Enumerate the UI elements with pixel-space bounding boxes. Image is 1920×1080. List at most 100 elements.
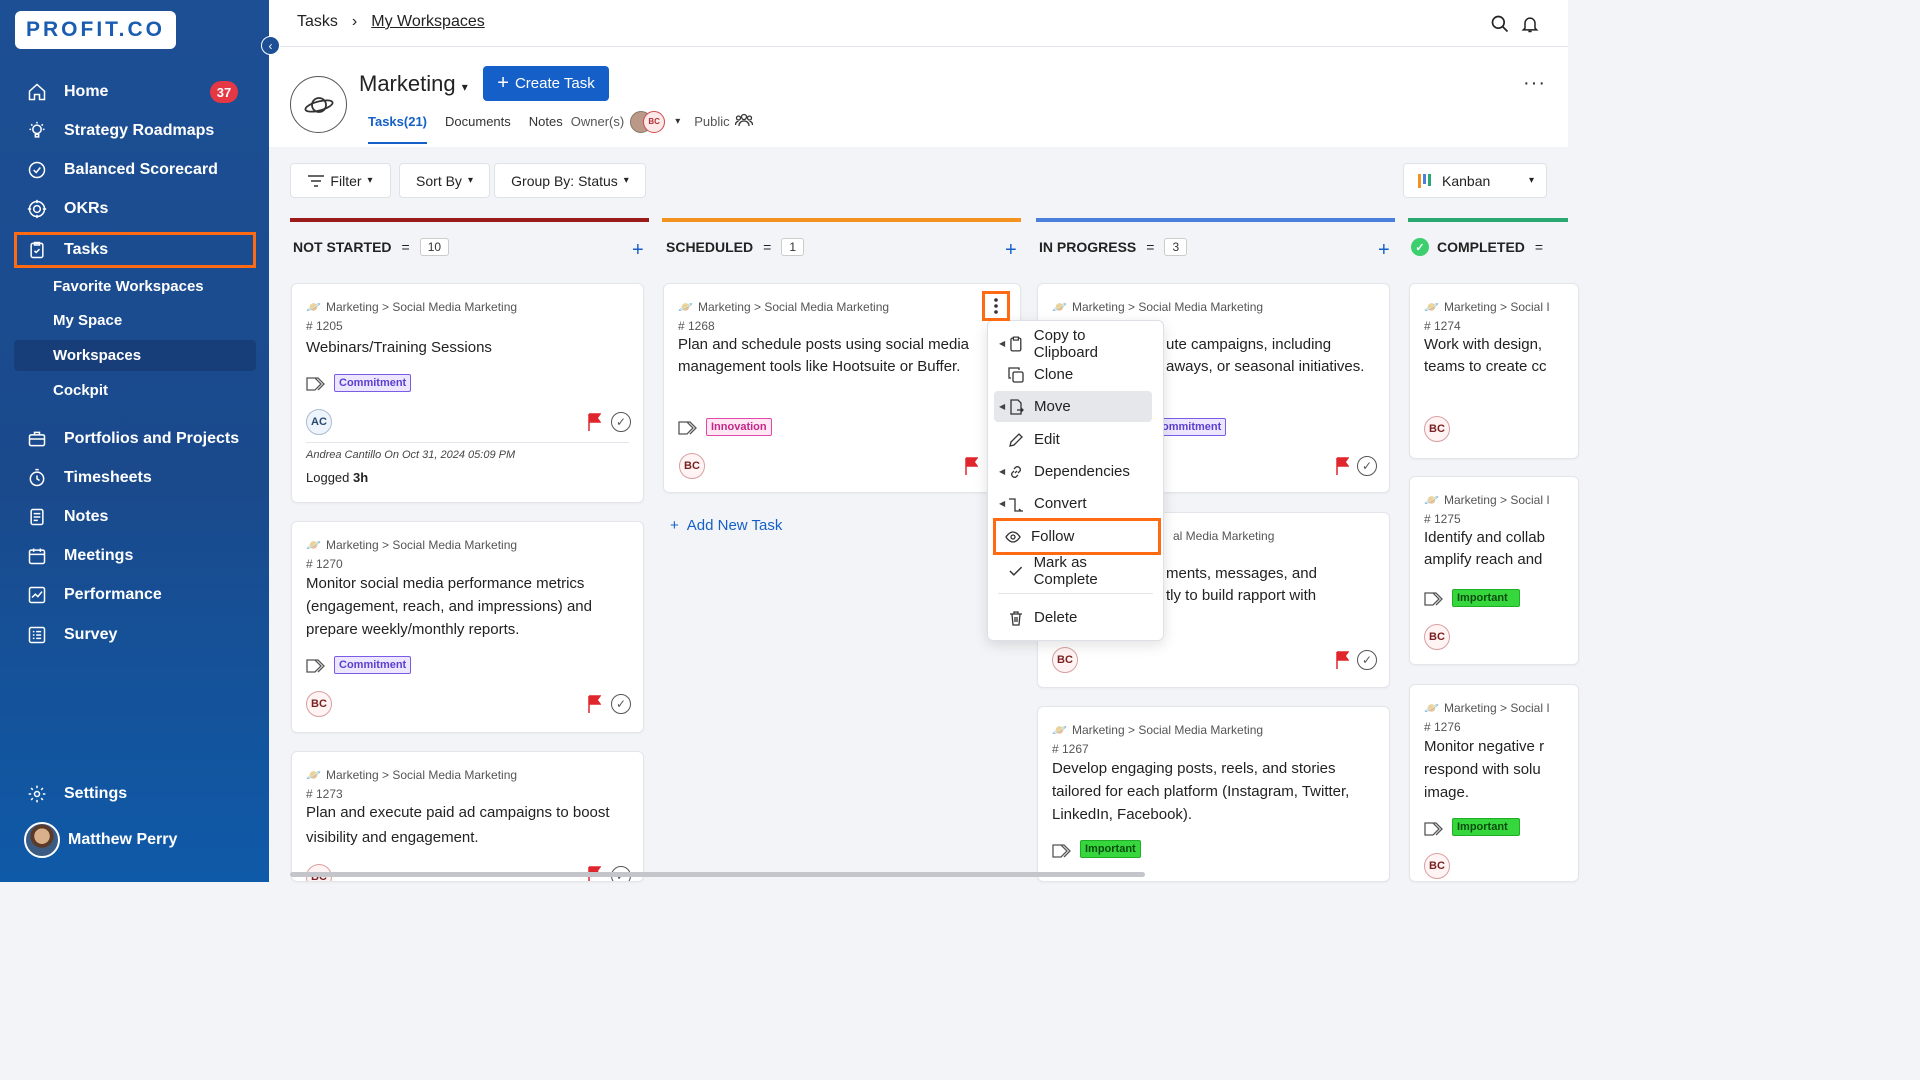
sidebar-item-label: Balanced Scorecard bbox=[64, 161, 218, 178]
planet-icon: 🪐 bbox=[306, 538, 321, 552]
bell-icon[interactable] bbox=[1520, 14, 1540, 34]
menu-item-delete[interactable]: Delete bbox=[994, 602, 1152, 633]
tag-icon bbox=[306, 659, 325, 673]
tab-documents[interactable]: Documents bbox=[445, 114, 511, 137]
menu-item-move[interactable]: ◀ Move bbox=[994, 391, 1152, 422]
menu-item-follow[interactable]: Follow bbox=[993, 518, 1161, 555]
complete-check-icon[interactable]: ✓ bbox=[611, 412, 631, 432]
complete-check-icon[interactable]: ✓ bbox=[611, 694, 631, 714]
tag-icon bbox=[1052, 844, 1071, 858]
create-task-button[interactable]: + Create Task bbox=[483, 66, 609, 101]
submenu-arrow-icon: ◀ bbox=[999, 499, 1006, 508]
task-card[interactable]: 🪐 Marketing > Social Media Marketing # 12… bbox=[291, 283, 644, 503]
card-id: # 1275 bbox=[1424, 512, 1461, 526]
task-card[interactable]: 🪐 Marketing > Social Media Marketing # 12… bbox=[1037, 706, 1390, 882]
assignee-avatar[interactable]: BC bbox=[1052, 647, 1078, 673]
card-path: 🪐 Marketing > Social Media Marketing bbox=[1052, 723, 1264, 737]
task-card[interactable]: 🪐 Marketing > Social Media Marketing # 12… bbox=[291, 751, 644, 882]
add-task-plus-icon[interactable]: + bbox=[632, 239, 644, 262]
flag-icon[interactable] bbox=[1335, 651, 1349, 669]
clipboard-icon bbox=[1010, 336, 1022, 352]
tab-notes[interactable]: Notes bbox=[529, 114, 563, 137]
card-id: # 1276 bbox=[1424, 720, 1461, 734]
tab-tasks[interactable]: Tasks(21) bbox=[368, 114, 428, 144]
add-task-plus-icon[interactable]: + bbox=[1378, 239, 1390, 262]
task-card[interactable]: 🪐 Marketing > Social Media Marketing # 12… bbox=[663, 283, 1021, 493]
sidebar-subitem-favorite-workspaces[interactable]: Favorite Workspaces bbox=[14, 271, 256, 302]
sidebar-item-balanced-scorecard[interactable]: Balanced Scorecard bbox=[14, 153, 256, 187]
workspace-title[interactable]: Marketing ▾ bbox=[359, 71, 468, 97]
sidebar-item-performance[interactable]: Performance bbox=[14, 578, 256, 612]
filter-icon bbox=[308, 174, 325, 187]
collapse-sidebar-button[interactable]: ‹ bbox=[261, 36, 280, 55]
submenu-arrow-icon: ◀ bbox=[999, 467, 1006, 476]
sidebar-subitem-cockpit[interactable]: Cockpit bbox=[14, 375, 256, 406]
complete-check-icon[interactable]: ✓ bbox=[1357, 456, 1377, 476]
sidebar-item-okrs[interactable]: OKRs bbox=[14, 192, 256, 226]
sidebar-subitem-my-space[interactable]: My Space bbox=[14, 305, 256, 336]
card-title: Monitor negative r respond with solu ima… bbox=[1424, 738, 1545, 801]
assignee-avatar[interactable]: BC bbox=[306, 691, 332, 717]
filter-button[interactable]: Filter ▾ bbox=[290, 163, 391, 198]
planet-icon: 🪐 bbox=[306, 768, 321, 782]
sidebar-subitem-workspaces[interactable]: Workspaces bbox=[14, 340, 256, 371]
menu-item-edit[interactable]: Edit bbox=[994, 424, 1152, 455]
card-title: Plan and execute paid ad campaigns to bo… bbox=[306, 804, 610, 846]
task-card[interactable]: 🪐 Marketing > Social I # 1275 Identify an… bbox=[1409, 476, 1579, 665]
menu-item-convert[interactable]: ◀ Convert bbox=[994, 488, 1152, 519]
sidebar-item-timesheets[interactable]: Timesheets bbox=[14, 461, 256, 495]
flag-icon[interactable] bbox=[964, 457, 978, 475]
breadcrumb-my-workspaces[interactable]: My Workspaces bbox=[371, 13, 485, 31]
planet-icon bbox=[290, 76, 347, 133]
assignee-avatar[interactable]: BC bbox=[1424, 853, 1450, 879]
card-more-options-button[interactable] bbox=[982, 291, 1010, 321]
add-new-task-link[interactable]: + Add New Task bbox=[670, 517, 782, 534]
card-id: # 1270 bbox=[306, 557, 343, 571]
assignee-avatar[interactable]: BC bbox=[1424, 624, 1450, 650]
user-profile[interactable]: Matthew Perry bbox=[24, 822, 177, 858]
sidebar-item-tasks[interactable]: Tasks bbox=[14, 232, 256, 268]
task-card[interactable]: 🪐 Marketing > Social I # 1274 Work with d… bbox=[1409, 283, 1579, 459]
sidebar-item-label: Performance bbox=[64, 586, 162, 603]
task-card[interactable]: 🪐 Marketing > Social I # 1276 Monitor neg… bbox=[1409, 684, 1579, 882]
owners-avatars[interactable]: BC bbox=[630, 110, 666, 133]
menu-item-mark-as-complete[interactable]: Mark as Complete bbox=[994, 554, 1152, 588]
profit-co-logo[interactable]: PROFIT.CO bbox=[15, 11, 176, 49]
public-group-icon bbox=[734, 113, 753, 130]
tag-badge: Commitment bbox=[334, 656, 412, 674]
search-icon[interactable] bbox=[1490, 14, 1510, 34]
group-by-button[interactable]: Group By: Status ▾ bbox=[494, 163, 646, 198]
add-task-plus-icon[interactable]: + bbox=[1005, 239, 1017, 262]
sort-by-button[interactable]: Sort By ▾ bbox=[399, 163, 490, 198]
menu-item-copy-to-clipboard[interactable]: ◀ Copy to Clipboard bbox=[994, 327, 1152, 361]
sidebar-item-portfolios[interactable]: Portfolios and Projects bbox=[14, 422, 256, 456]
chevron-down-icon: ▾ bbox=[461, 80, 468, 94]
complete-check-icon[interactable]: ✓ bbox=[1357, 650, 1377, 670]
horizontal-scrollbar[interactable] bbox=[290, 872, 1145, 877]
assignee-avatar[interactable]: BC bbox=[679, 453, 705, 479]
assignee-avatar[interactable]: BC bbox=[1424, 416, 1450, 442]
visibility-label: Public bbox=[694, 114, 730, 129]
flag-icon[interactable] bbox=[587, 695, 601, 713]
flag-icon[interactable] bbox=[1335, 457, 1349, 475]
user-name: Matthew Perry bbox=[68, 831, 178, 848]
sidebar-item-meetings[interactable]: Meetings bbox=[14, 539, 256, 573]
menu-item-clone[interactable]: Clone bbox=[994, 359, 1152, 390]
sidebar-item-home[interactable]: Home 37 bbox=[14, 75, 256, 109]
breadcrumb-tasks[interactable]: Tasks bbox=[297, 13, 338, 31]
equals-icon: = bbox=[1534, 239, 1544, 255]
sidebar-item-strategy-roadmaps[interactable]: Strategy Roadmaps bbox=[14, 114, 256, 148]
sidebar-item-notes[interactable]: Notes bbox=[14, 500, 256, 534]
assignee-avatar[interactable]: AC bbox=[306, 409, 332, 435]
sidebar-item-settings[interactable]: Settings bbox=[14, 777, 256, 811]
flag-icon[interactable] bbox=[587, 413, 601, 431]
column-color-bar bbox=[662, 218, 1021, 222]
more-options-icon[interactable]: ··· bbox=[1523, 72, 1546, 95]
view-select-kanban[interactable]: Kanban ▾ bbox=[1403, 163, 1547, 198]
equals-icon: = bbox=[1146, 239, 1155, 255]
notes-icon bbox=[26, 506, 48, 528]
owners-dropdown-icon[interactable]: ▾ bbox=[675, 116, 680, 127]
menu-item-dependencies[interactable]: ◀ Dependencies bbox=[994, 456, 1152, 487]
task-card[interactable]: 🪐 Marketing > Social Media Marketing # 12… bbox=[291, 521, 644, 733]
sidebar-item-survey[interactable]: Survey bbox=[14, 618, 256, 652]
